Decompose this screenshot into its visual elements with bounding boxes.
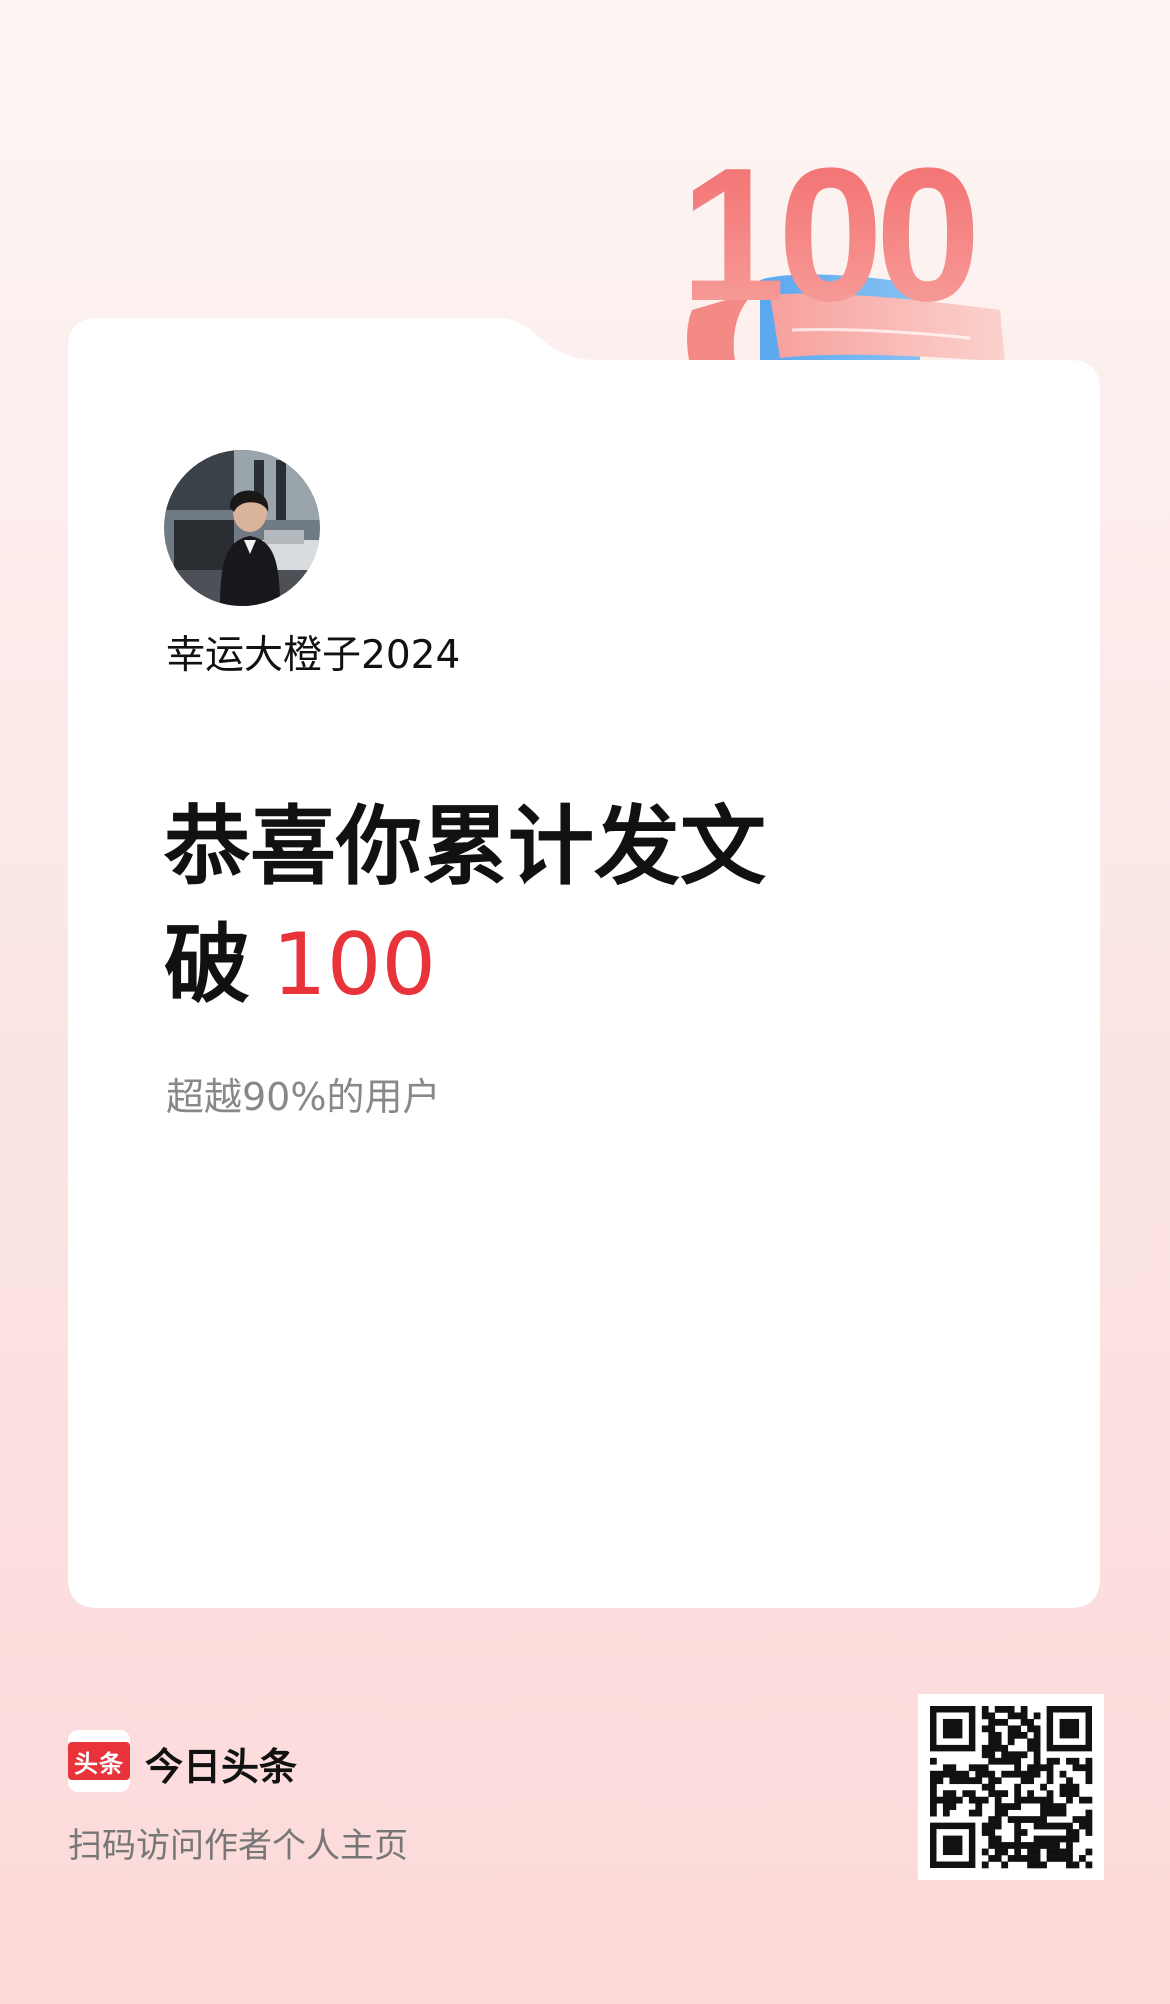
app-name: 今日头条 [145, 1745, 298, 1789]
username: 幸运大橙子2024 [166, 633, 461, 678]
badge-number: 100 [680, 130, 973, 341]
scan-instruction: 扫码访问作者个人主页 [68, 1826, 408, 1866]
app-logo-text: 头条 [68, 1742, 130, 1780]
headline-prefix: 破 [164, 915, 250, 1015]
achievement-card: 幸运大橙子2024 恭喜你累计发文 破 100 超越90%的用户 [68, 318, 1100, 1608]
headline: 恭喜你累计发文 破 100 [164, 788, 766, 1024]
headline-line2: 破 100 [164, 906, 766, 1024]
toutiao-logo-icon: 头条 [68, 1730, 130, 1792]
headline-line1: 恭喜你累计发文 [164, 797, 766, 897]
qr-code[interactable] [918, 1694, 1104, 1880]
avatar[interactable] [164, 450, 320, 606]
headline-number: 100 [272, 915, 437, 1015]
ranking-subtext: 超越90%的用户 [166, 1075, 441, 1119]
